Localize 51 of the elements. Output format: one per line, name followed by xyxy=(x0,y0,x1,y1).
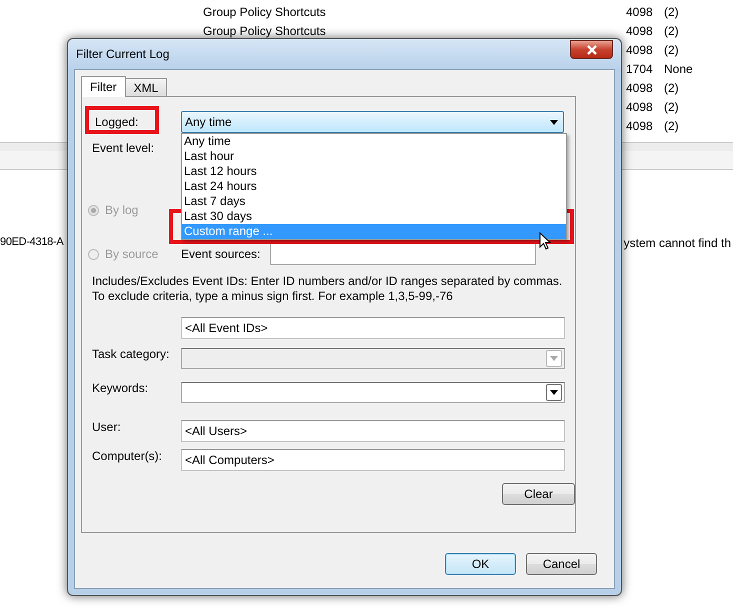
field-label: Task category: xyxy=(92,347,170,361)
user-field[interactable]: <All Users> xyxy=(181,420,565,442)
log-source-text: Group Policy Shortcuts xyxy=(203,4,326,18)
caret-icon xyxy=(550,120,558,124)
log-source-text: Group Policy Shortcuts xyxy=(203,24,326,38)
keywords-dropdown[interactable] xyxy=(181,382,565,402)
dropdown-option[interactable]: Last 7 days xyxy=(182,194,566,209)
task-category-text: (2) xyxy=(664,100,679,114)
event-ids-field[interactable]: <All Event IDs> xyxy=(181,317,565,339)
event-id-text: 4098 xyxy=(626,118,654,132)
dropdown-option[interactable]: Last 12 hours xyxy=(182,164,566,179)
event-id-text: 4098 xyxy=(626,42,654,56)
help-text: Includes/Excludes Event IDs: Enter ID numbers and/or ID ranges separated by commas. To exclude criteria, type a minus sign first. For example 1,3,5-99,-76 xyxy=(92,274,564,304)
field-label: Keywords: xyxy=(92,381,148,395)
task-category-text: (2) xyxy=(664,80,679,94)
event-id-text: 4098 xyxy=(626,4,654,18)
tab[interactable]: XML xyxy=(124,78,168,96)
task-category-text: None xyxy=(664,62,693,76)
radio-label: By source xyxy=(105,247,158,261)
task-category-text: (2) xyxy=(664,4,679,18)
clear-button[interactable]: Clear xyxy=(502,483,575,505)
dialog-button[interactable]: OK xyxy=(445,553,516,575)
window-title: Filter Current Log xyxy=(76,47,170,61)
dropdown-option[interactable]: Last hour xyxy=(182,149,566,164)
dropdown-option[interactable]: Any time xyxy=(182,134,566,149)
field-label: User: xyxy=(92,420,121,434)
field-label: Event sources: xyxy=(181,247,260,261)
caret-icon xyxy=(550,356,558,360)
log-detail-text: ystem cannot find th xyxy=(624,236,731,250)
tab[interactable]: Filter xyxy=(81,76,126,97)
task-category-text: (2) xyxy=(664,118,679,132)
logged-label: Logged: xyxy=(94,115,140,129)
event-id-text: 4098 xyxy=(626,80,654,94)
log-detail-text: 90ED-4318-A xyxy=(0,236,64,250)
event-sources-field[interactable] xyxy=(270,243,536,265)
dialog-button[interactable]: Cancel xyxy=(526,553,597,575)
close-icon xyxy=(586,44,598,54)
radio-label: By log xyxy=(105,203,138,217)
dropdown-option[interactable]: Last 30 days xyxy=(182,209,566,224)
event-id-text: 4098 xyxy=(626,24,654,38)
field-label: Event level: xyxy=(92,141,154,155)
task-category-text: (2) xyxy=(664,42,679,56)
field-label: Computer(s): xyxy=(92,449,162,463)
close-button[interactable] xyxy=(570,40,613,59)
logged-dropdown[interactable]: Any time xyxy=(181,111,564,133)
dropdown-option[interactable]: Last 24 hours xyxy=(182,179,566,194)
caret-icon xyxy=(550,390,558,394)
task-category-text: (2) xyxy=(664,24,679,38)
event-id-text: 1704 xyxy=(626,62,654,76)
computers-field[interactable]: <All Computers> xyxy=(181,449,565,471)
event-id-text: 4098 xyxy=(626,100,654,114)
